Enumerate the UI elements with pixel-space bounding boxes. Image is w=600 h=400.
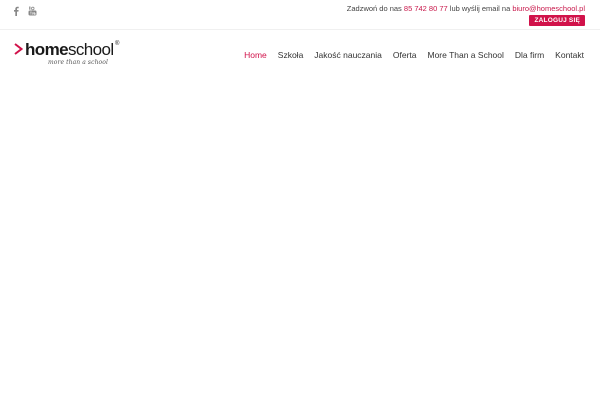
main-nav: Home Szkoła Jakość nauczania Oferta More… [244, 50, 584, 60]
nav-item-home[interactable]: Home [244, 50, 267, 60]
main-content [0, 78, 600, 400]
youtube-icon[interactable] [28, 3, 37, 16]
nav-item-oferta[interactable]: Oferta [393, 50, 417, 60]
page: Zadzwoń do nas 85 742 80 77 lub wyślij e… [0, 0, 600, 400]
email-link[interactable]: biuro@homeschool.pl [512, 4, 585, 13]
logo-brand-light: school [67, 40, 114, 59]
registered-mark: ® [115, 41, 120, 47]
facebook-icon[interactable] [12, 3, 21, 16]
nav-item-kontakt[interactable]: Kontakt [555, 50, 584, 60]
nav-item-jakosc-nauczania[interactable]: Jakość nauczania [314, 50, 382, 60]
login-button[interactable]: ZALOGUJ SIĘ [529, 15, 585, 26]
phone-link[interactable]: 85 742 80 77 [404, 4, 448, 13]
logo[interactable]: homeschool ® more than a school [14, 40, 124, 70]
contact-info: Zadzwoń do nas 85 742 80 77 lub wyślij e… [347, 4, 585, 14]
call-prefix: Zadzwoń do nas [346, 4, 402, 13]
nav-item-dla-firm[interactable]: Dla firm [515, 50, 544, 60]
email-prefix: lub wyślij email na [449, 4, 511, 13]
social-links [12, 3, 37, 16]
logo-brand-bold: home [25, 40, 69, 59]
header: homeschool ® more than a school Home Szk… [0, 30, 600, 78]
chevron-right-icon [14, 43, 23, 55]
top-bar: Zadzwoń do nas 85 742 80 77 lub wyślij e… [0, 0, 600, 30]
nav-item-szkola[interactable]: Szkoła [278, 50, 304, 60]
logo-wordmark: homeschool [25, 40, 114, 60]
nav-item-more-than-a-school[interactable]: More Than a School [428, 50, 504, 60]
logo-tagline: more than a school [48, 59, 108, 66]
